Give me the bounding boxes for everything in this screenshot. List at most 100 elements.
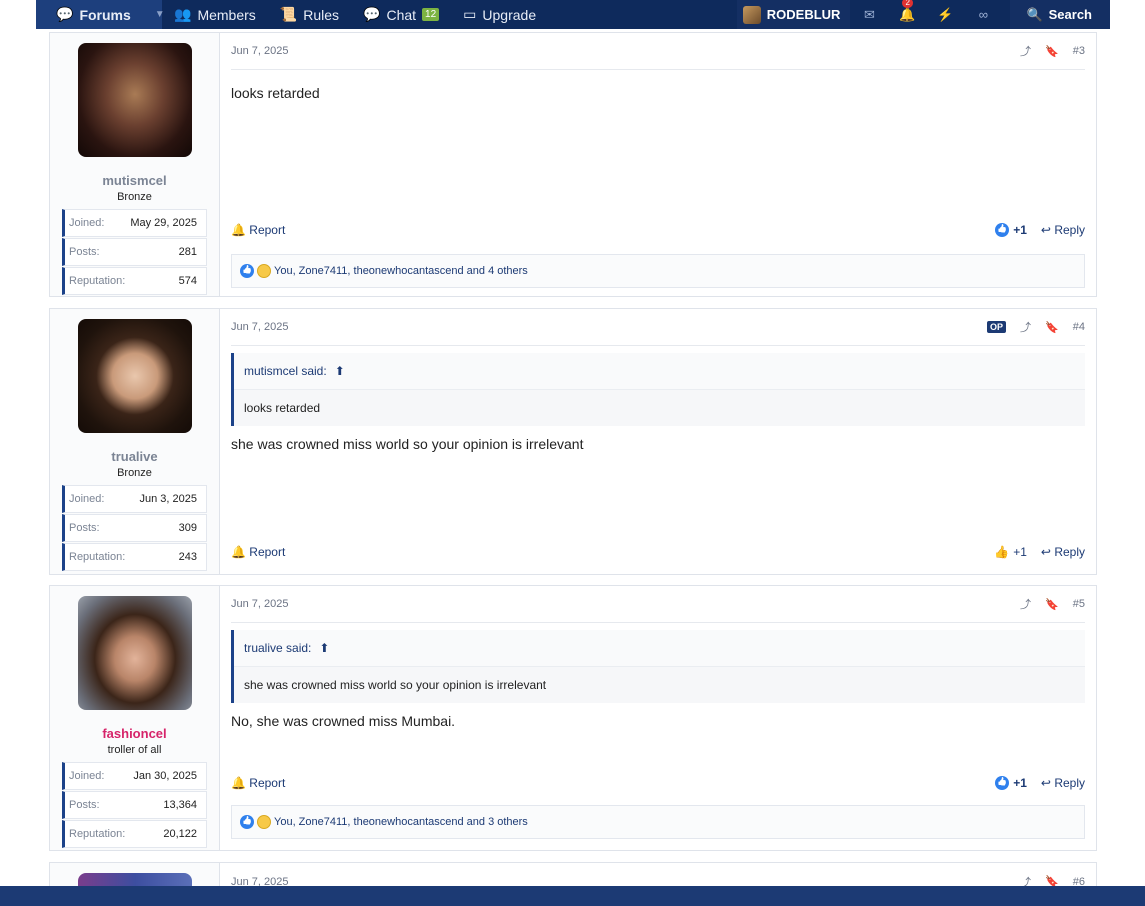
chat-count-badge: 12 <box>422 8 440 21</box>
comments-icon: 💬 <box>56 6 74 22</box>
reaction-button[interactable]: 👍 +1 <box>994 545 1027 559</box>
reply-button[interactable]: ↩ Reply <box>1041 545 1085 559</box>
reactions-list[interactable]: You, Zone7411, theonewhocantascend and 4… <box>274 265 528 277</box>
post-date[interactable]: Jun 7, 2025 <box>231 598 289 610</box>
stat-reputation: Reputation: 243 <box>62 543 207 571</box>
report-link[interactable]: 🔔 Report <box>231 545 285 559</box>
quote-header[interactable]: mutismcel said: ⬆ <box>234 353 1085 390</box>
reaction-button[interactable]: +1 <box>995 223 1027 237</box>
op-badge: OP <box>987 321 1007 333</box>
post-username[interactable]: mutismcel <box>102 173 166 188</box>
reactions-summary[interactable]: You, Zone7411, theonewhocantascend and 3… <box>231 805 1085 839</box>
post: trualive Bronze Joined: Jun 3, 2025 Posts… <box>49 308 1097 575</box>
like-icon <box>995 223 1010 237</box>
laugh-icon <box>257 264 271 278</box>
nav-chat-label: Chat <box>386 6 417 23</box>
post-username[interactable]: trualive <box>111 449 157 464</box>
avatar <box>742 5 761 24</box>
quote-text: looks retarded <box>244 401 321 415</box>
quote-author[interactable]: trualive said: <box>244 641 311 655</box>
nav-members[interactable]: 👥 Members <box>162 0 268 29</box>
reaction-button[interactable]: +1 <box>995 776 1027 790</box>
nav-members-label: Members <box>197 6 256 23</box>
quote-text: she was crowned miss world so your opini… <box>244 678 547 692</box>
like-icon <box>240 815 254 829</box>
post-username[interactable]: fashioncel <box>102 726 166 741</box>
nav-right-group: RODEBLUR ✉ 🔔 2 ⚡ ∞ 🔍 Search <box>736 0 1110 29</box>
like-icon <box>995 776 1010 790</box>
post-author-panel: mutismcel Bronze Joined: May 29, 2025 Pos… <box>50 33 220 296</box>
user-stats: Joined: Jun 3, 2025 Posts: 309 Reputation:… <box>62 485 207 572</box>
infinity-icon[interactable]: ∞ <box>964 0 1002 29</box>
quote-author[interactable]: mutismcel said: <box>244 364 327 378</box>
chat-icon: 💬 <box>363 6 381 22</box>
reply-button[interactable]: ↩ Reply <box>1041 223 1085 237</box>
post-number[interactable]: #3 <box>1073 45 1085 57</box>
arrow-up-circle-icon[interactable]: ⬆ <box>319 641 329 655</box>
user-rank: Bronze <box>117 191 152 203</box>
user-stats: Joined: Jan 30, 2025 Posts: 13,364 Reputat… <box>62 762 207 849</box>
stat-posts: Posts: 281 <box>62 238 207 266</box>
stat-joined: Joined: May 29, 2025 <box>62 209 207 237</box>
reactions-list[interactable]: You, Zone7411, theonewhocantascend and 3… <box>274 816 528 828</box>
stat-joined: Joined: Jun 3, 2025 <box>62 485 207 513</box>
post: mutismcel Bronze Joined: May 29, 2025 Pos… <box>49 32 1097 297</box>
post-date[interactable]: Jun 7, 2025 <box>231 321 289 333</box>
nav-forums[interactable]: 💬 Forums ▼ <box>36 0 165 29</box>
nav-forums-label: Forums <box>79 6 131 23</box>
bookmark-icon[interactable]: 🔖 <box>1045 45 1059 58</box>
quote-header[interactable]: trualive said: ⬆ <box>234 630 1085 667</box>
account-username: RODEBLUR <box>766 7 841 22</box>
bookmark-icon[interactable]: 🔖 <box>1045 321 1059 334</box>
post: fashioncel troller of all Joined: Jan 30,… <box>49 585 1097 851</box>
post-footer: 🔔 Report +1 ↩ Reply <box>231 223 1085 237</box>
user-rank: troller of all <box>107 744 162 756</box>
nav-rules-label: Rules <box>303 6 340 23</box>
quote-block: trualive said: ⬆ she was crowned miss wo… <box>231 630 1085 703</box>
post-footer: 🔔 Report 👍 +1 ↩ Reply <box>231 545 1085 559</box>
avatar[interactable] <box>77 319 192 433</box>
quote-block: mutismcel said: ⬆ looks retarded <box>231 353 1085 426</box>
account-link[interactable]: RODEBLUR <box>736 0 851 29</box>
bolt-icon[interactable]: ⚡ <box>926 0 964 29</box>
nav-upgrade[interactable]: ▭ Upgrade <box>451 0 548 29</box>
post-author-panel: trualive Bronze Joined: Jun 3, 2025 Posts… <box>50 309 220 574</box>
laugh-icon <box>257 815 271 829</box>
bell-icon[interactable]: 🔔 2 <box>888 0 926 29</box>
reply-button[interactable]: ↩ Reply <box>1041 776 1085 790</box>
search-button[interactable]: 🔍 Search <box>1010 0 1110 29</box>
share-icon[interactable]: ⤴ <box>1020 43 1031 59</box>
post-header: Jun 7, 2025 ⤴ 🔖 #3 <box>231 33 1085 70</box>
notification-count-badge: 2 <box>902 0 913 8</box>
share-icon[interactable]: ⤴ <box>1020 596 1031 612</box>
stat-posts: Posts: 309 <box>62 514 207 542</box>
bookmark-icon[interactable]: 🔖 <box>1045 598 1059 611</box>
nav-chat[interactable]: 💬 Chat 12 <box>351 0 451 29</box>
post-date[interactable]: Jun 7, 2025 <box>231 45 289 57</box>
search-icon: 🔍 <box>1026 6 1043 22</box>
reactions-summary[interactable]: You, Zone7411, theonewhocantascend and 4… <box>231 254 1085 288</box>
search-label: Search <box>1048 7 1092 22</box>
share-icon[interactable]: ⤴ <box>1020 319 1031 335</box>
nav-rules[interactable]: 📜 Rules <box>268 0 351 29</box>
post-author-panel: fashioncel troller of all Joined: Jan 30,… <box>50 586 220 850</box>
bottom-notice-banner[interactable] <box>0 886 1145 906</box>
post-number[interactable]: #4 <box>1073 321 1085 333</box>
post-number[interactable]: #5 <box>1073 598 1085 610</box>
report-link[interactable]: 🔔 Report <box>231 223 285 237</box>
avatar[interactable] <box>77 596 192 710</box>
thumbs-up-icon: 👍 <box>994 545 1010 559</box>
arrow-up-circle-icon[interactable]: ⬆ <box>335 364 345 378</box>
stat-reputation: Reputation: 574 <box>62 267 207 295</box>
stat-posts: Posts: 13,364 <box>62 791 207 819</box>
top-navbar: 💬 Forums ▼ 👥 Members 📜 Rules 💬 Chat 12 ▭… <box>36 0 1110 29</box>
post-body: she was crowned miss world so your opini… <box>231 436 584 452</box>
scroll-icon: 📜 <box>279 6 298 22</box>
stat-reputation: Reputation: 20,122 <box>62 820 207 848</box>
user-stats: Joined: May 29, 2025 Posts: 281 Reputation… <box>62 209 207 296</box>
post-content: Jun 7, 2025 ⤴ 🔖 #3 looks retarded 🔔 Repo… <box>220 33 1096 296</box>
post-content: Jun 7, 2025 ⤴ 🔖 #5 trualive said: ⬆ she … <box>220 586 1096 850</box>
avatar[interactable] <box>77 43 192 157</box>
inbox-icon[interactable]: ✉ <box>850 0 888 29</box>
report-link[interactable]: 🔔 Report <box>231 776 285 790</box>
